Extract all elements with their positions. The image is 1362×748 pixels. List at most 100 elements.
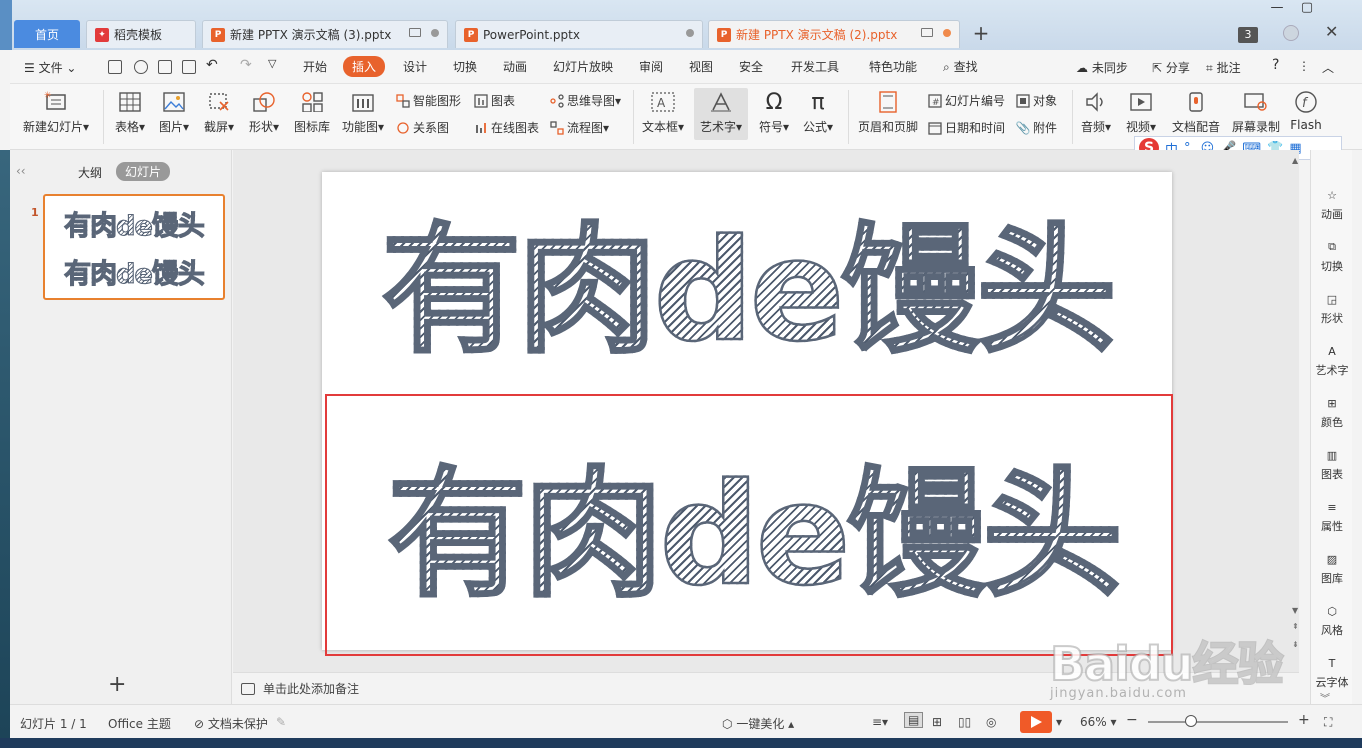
panel-style[interactable]: ⬡ 风格 bbox=[1311, 602, 1353, 638]
panel-chart[interactable]: ▥ 图表 bbox=[1311, 446, 1353, 482]
tab-developer[interactable]: 开发工具 bbox=[791, 58, 839, 75]
tab-outline[interactable]: 大纲 bbox=[78, 164, 102, 181]
relation-chart-button[interactable]: 关系图 bbox=[396, 119, 449, 136]
notes-toggle-icon[interactable]: ≡▾ bbox=[872, 715, 888, 729]
panel-cloud-font[interactable]: T 云字体 bbox=[1311, 654, 1353, 690]
file-menu[interactable]: ☰ 文件 ⌄ bbox=[24, 59, 76, 76]
screen-record-button[interactable]: 屏幕录制 bbox=[1228, 90, 1284, 135]
doc-dub-button[interactable]: 文档配音 bbox=[1168, 90, 1224, 135]
beautify-button[interactable]: ⬡ 一键美化 ▴ bbox=[722, 715, 794, 732]
zoom-slider-handle[interactable] bbox=[1185, 715, 1197, 727]
tab-slides[interactable]: 幻灯片 bbox=[116, 162, 171, 181]
tab-review[interactable]: 审阅 bbox=[639, 58, 663, 75]
panel-wordart[interactable]: A 艺术字 bbox=[1311, 342, 1353, 378]
scroll-down-icon[interactable]: ▼ bbox=[1292, 606, 1298, 615]
share-button[interactable]: ⇱ 分享 bbox=[1152, 59, 1190, 76]
vertical-scrollbar[interactable]: ▲ ▼ ⇞ ⇟ bbox=[1292, 150, 1300, 672]
save-icon[interactable] bbox=[108, 60, 122, 74]
selection-frame[interactable] bbox=[325, 394, 1173, 656]
collapse-pane-icon[interactable]: ‹‹ bbox=[16, 164, 26, 178]
tab-design[interactable]: 设计 bbox=[403, 58, 427, 75]
flash-button[interactable]: f Flash bbox=[1286, 90, 1326, 132]
maximize-button[interactable]: ▢ bbox=[1292, 0, 1322, 18]
sorter-view-icon[interactable]: ⊞ bbox=[932, 715, 942, 729]
screenshot-button[interactable]: 截屏▾ bbox=[199, 90, 239, 135]
sync-button[interactable]: ☁ 未同步 bbox=[1076, 59, 1128, 76]
slide[interactable]: 有肉de馒头 有肉de馒头 bbox=[322, 172, 1173, 656]
wordart-button[interactable]: 艺术字▾ bbox=[694, 88, 748, 140]
zoom-slider[interactable] bbox=[1148, 721, 1288, 723]
textbox-button[interactable]: A 文本框▾ bbox=[638, 90, 688, 135]
new-tab-button[interactable]: + bbox=[970, 22, 992, 46]
minimize-button[interactable]: — bbox=[1262, 0, 1292, 18]
tab-transition[interactable]: 切换 bbox=[453, 58, 477, 75]
tab-insert[interactable]: 插入 bbox=[343, 56, 386, 77]
search-command[interactable]: ⌕ 查找 bbox=[943, 58, 978, 75]
tab-doc-2[interactable]: P 新建 PPTX 演示文稿 (2).pptx bbox=[708, 20, 960, 48]
fit-window-icon[interactable]: ⛶ bbox=[1324, 715, 1332, 730]
header-footer-button[interactable]: 页眉和页脚 bbox=[856, 90, 920, 135]
comment-button[interactable]: ⌗ 批注 bbox=[1206, 59, 1241, 76]
mindmap-button[interactable]: 思维导图 ▾ bbox=[550, 92, 621, 109]
tab-close-dot[interactable] bbox=[686, 29, 694, 37]
chart-button[interactable]: 图表 bbox=[474, 92, 515, 109]
tab-powerpoint[interactable]: P PowerPoint.pptx bbox=[455, 20, 703, 48]
tab-modified-dot[interactable] bbox=[943, 29, 951, 37]
print-icon[interactable] bbox=[158, 60, 172, 74]
panel-color[interactable]: ⊞ 颜色 bbox=[1311, 394, 1353, 430]
tab-features[interactable]: 特色功能 bbox=[869, 58, 917, 75]
panel-animation[interactable]: ☆ 动画 bbox=[1311, 186, 1353, 222]
settings-icon[interactable]: ✎ bbox=[276, 715, 286, 729]
tab-security[interactable]: 安全 bbox=[739, 58, 763, 75]
customize-qa-icon[interactable]: ▽ bbox=[268, 57, 276, 70]
help-icon[interactable]: ? bbox=[1272, 57, 1279, 73]
tab-doc-3[interactable]: P 新建 PPTX 演示文稿 (3).pptx bbox=[202, 20, 448, 48]
tab-view[interactable]: 视图 bbox=[689, 58, 713, 75]
video-button[interactable]: 视频▾ bbox=[1121, 90, 1161, 135]
reading-view-icon[interactable]: ▯▯ bbox=[958, 715, 971, 729]
flowchart-button[interactable]: 流程图 ▾ bbox=[550, 119, 609, 136]
export-icon[interactable] bbox=[134, 60, 148, 74]
tab-start[interactable]: 开始 bbox=[303, 58, 327, 75]
monitor-icon[interactable] bbox=[921, 28, 933, 37]
zoom-out-icon[interactable]: − bbox=[1126, 712, 1138, 728]
slide-number-button[interactable]: # 幻灯片编号 bbox=[928, 92, 1005, 109]
attachment-button[interactable]: 📎 附件 bbox=[1016, 119, 1057, 136]
monitor-icon[interactable] bbox=[409, 28, 421, 37]
normal-view-icon[interactable]: ▤ bbox=[904, 712, 924, 728]
scroll-up-icon[interactable]: ▲ bbox=[1292, 156, 1298, 165]
collapse-ribbon-icon[interactable]: ︿ bbox=[1322, 59, 1334, 76]
new-slide-button[interactable]: ✳ 新建幻灯片▾ bbox=[20, 90, 92, 135]
panel-properties[interactable]: ≡ 属性 bbox=[1311, 498, 1353, 534]
slide-thumbnail[interactable]: 有肉de馒头 有肉de馒头 bbox=[43, 194, 225, 300]
smart-shape-button[interactable]: 智能图形 bbox=[396, 92, 461, 109]
panel-shape[interactable]: ◲ 形状 bbox=[1311, 290, 1353, 326]
icon-library-button[interactable]: 图标库 bbox=[292, 90, 332, 135]
panel-gallery[interactable]: ▨ 图库 bbox=[1311, 550, 1353, 586]
table-button[interactable]: 表格▾ bbox=[110, 90, 150, 135]
panel-transition[interactable]: ⧉ 切换 bbox=[1311, 238, 1353, 274]
online-chart-button[interactable]: 在线图表 bbox=[474, 119, 539, 136]
datetime-button[interactable]: 日期和时间 bbox=[928, 119, 1005, 136]
tab-template[interactable]: ✦ 稻壳模板 bbox=[86, 20, 196, 48]
more-icon[interactable]: ⋮ bbox=[1298, 59, 1310, 73]
play-slideshow-button[interactable] bbox=[1020, 711, 1052, 733]
function-chart-button[interactable]: 功能图▾ bbox=[340, 90, 386, 135]
audio-button[interactable]: 音频▾ bbox=[1076, 90, 1116, 135]
add-slide-button[interactable]: + bbox=[108, 672, 126, 697]
formula-button[interactable]: π 公式▾ bbox=[798, 90, 838, 135]
undo-icon[interactable]: ↶ bbox=[206, 57, 218, 73]
user-avatar[interactable] bbox=[1283, 25, 1299, 41]
tab-home[interactable]: 首页 bbox=[14, 20, 80, 48]
theme-name[interactable]: Office 主题 bbox=[108, 715, 171, 732]
close-icon[interactable]: ✕ bbox=[1325, 22, 1338, 41]
tab-close-dot[interactable] bbox=[431, 29, 439, 37]
preview-icon[interactable] bbox=[182, 60, 196, 74]
tab-animation[interactable]: 动画 bbox=[503, 58, 527, 75]
picture-button[interactable]: 图片▾ bbox=[154, 90, 194, 135]
presenter-view-icon[interactable]: ◎ bbox=[986, 715, 996, 729]
symbol-button[interactable]: Ω 符号▾ bbox=[754, 90, 794, 135]
shape-button[interactable]: 形状▾ bbox=[244, 90, 284, 135]
protect-status[interactable]: ⊘ 文档未保护 bbox=[194, 715, 268, 732]
wordart-text-1[interactable]: 有肉de馒头 bbox=[322, 220, 1172, 363]
